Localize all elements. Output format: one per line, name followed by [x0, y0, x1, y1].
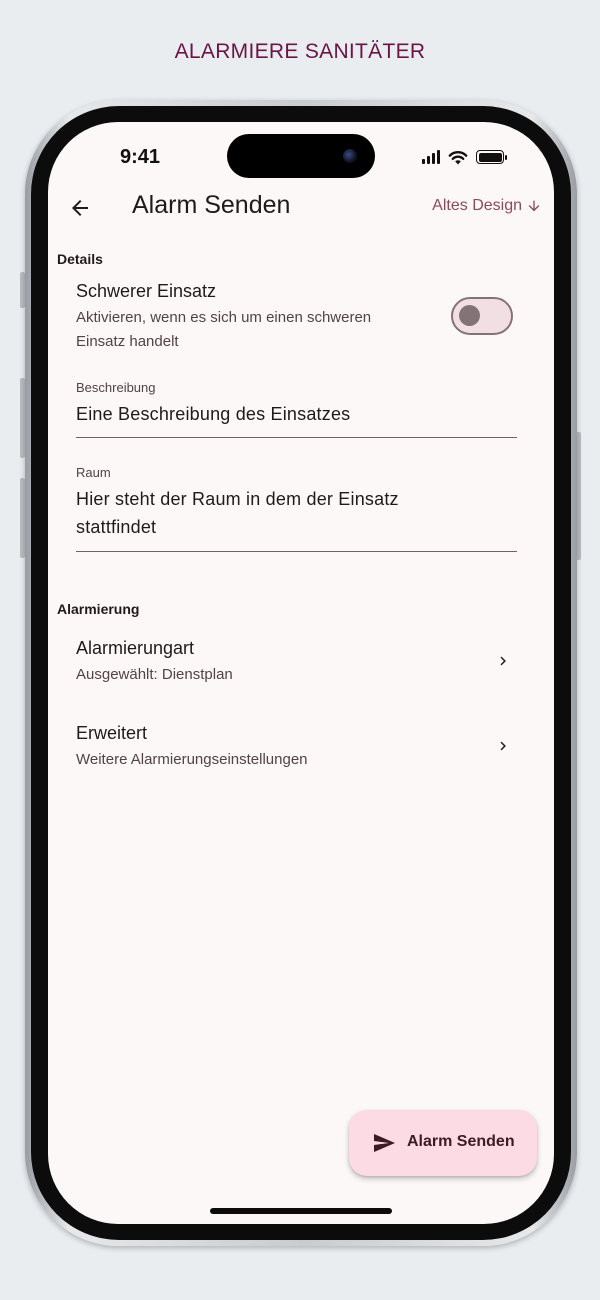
section-label-alerting: Alarmierung [57, 601, 140, 617]
promo-title: ALARMIERE SANITÄTER [174, 40, 426, 63]
send-alarm-button[interactable]: Alarm Senden [349, 1110, 537, 1176]
status-time: 9:41 [120, 146, 161, 168]
arrow-left-icon [72, 200, 88, 216]
battery-icon [476, 150, 507, 164]
toggle-thumb [459, 305, 480, 326]
alert-type-title: Alarmierungart [76, 638, 195, 658]
wifi-icon [448, 150, 468, 164]
send-icon [374, 1134, 395, 1152]
room-label: Raum [76, 465, 111, 480]
front-camera [343, 149, 357, 163]
app-screen: 9:41 Alarm Senden Altes Design Details S… [48, 122, 554, 1224]
alert-type-subtitle: Ausgewählt: Dienstplan [76, 666, 233, 683]
advanced-tile[interactable]: Erweitert Weitere Alarmierungseinstellun… [48, 707, 554, 787]
section-label-details: Details [57, 251, 103, 267]
home-indicator [210, 1208, 392, 1214]
dynamic-island [227, 134, 375, 178]
back-button[interactable] [62, 190, 98, 226]
severe-toggle[interactable] [451, 297, 513, 335]
chevron-right-icon [496, 654, 510, 668]
room-underline [76, 551, 517, 552]
severe-title: Schwerer Einsatz [76, 281, 217, 301]
description-field[interactable]: Eine Beschreibung des Einsatzes [76, 400, 516, 428]
arrow-down-icon [528, 200, 540, 212]
status-icons [422, 149, 507, 165]
severe-subtitle-line1: Aktivieren, wenn es sich um einen schwer… [76, 309, 372, 326]
room-field-line1[interactable]: Hier steht der Raum in dem der Einsatz [76, 485, 516, 513]
chevron-right-icon [496, 739, 510, 753]
description-label: Beschreibung [76, 380, 156, 395]
advanced-subtitle: Weitere Alarmierungseinstellungen [76, 751, 308, 768]
page-title: Alarm Senden [132, 191, 291, 219]
alert-type-tile[interactable]: Alarmierungart Ausgewählt: Dienstplan [48, 622, 554, 702]
old-design-button[interactable]: Altes Design [432, 197, 542, 215]
description-underline [76, 437, 517, 438]
send-alarm-label: Alarm Senden [407, 1133, 515, 1150]
advanced-title: Erweitert [76, 723, 148, 743]
room-field-line2[interactable]: stattfindet [76, 513, 516, 541]
severe-subtitle-line2: Einsatz handelt [76, 333, 179, 350]
old-design-label: Altes Design [432, 197, 522, 214]
signal-icon [422, 150, 440, 164]
